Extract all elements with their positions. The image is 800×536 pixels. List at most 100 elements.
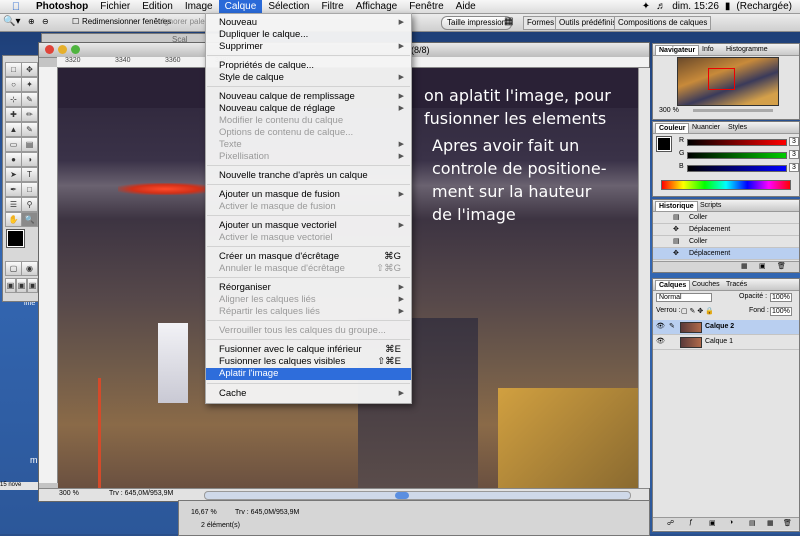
crop-tool-icon[interactable]: ⊹	[5, 92, 22, 107]
hand-tool-icon[interactable]: ✋	[5, 212, 22, 227]
r-slider[interactable]	[687, 139, 787, 146]
menu-calque[interactable]: Calque	[218, 0, 263, 13]
layer-row[interactable]: 👁 Calque 1	[653, 335, 799, 350]
desktop-item[interactable]: 15 nove	[0, 482, 38, 490]
print-size-button[interactable]: Taille impression	[441, 16, 513, 30]
opacity-value[interactable]: 100%	[770, 293, 792, 302]
navigator-zoom-slider[interactable]	[693, 109, 773, 112]
navigator-thumbnail[interactable]	[677, 57, 779, 106]
menu-item[interactable]: Nouvelle tranche d'après un calque	[206, 170, 411, 182]
brush-tool-icon[interactable]: ✏	[21, 107, 38, 122]
menu-item[interactable]: Dupliquer le calque...	[206, 29, 411, 41]
screen-mode-2-icon[interactable]: ▣	[16, 278, 27, 293]
menu-image[interactable]: Image	[179, 0, 219, 13]
g-value[interactable]: 3	[789, 150, 799, 159]
adjustment-icon[interactable]: ◑	[729, 519, 733, 526]
folder-icon[interactable]: ▤	[749, 519, 756, 527]
menu-affichage[interactable]: Affichage	[350, 0, 404, 13]
quickmask-mode-icon[interactable]: ◉	[21, 261, 38, 276]
history-item[interactable]: ▤ Coller	[653, 212, 799, 224]
standard-mode-icon[interactable]: ▢	[5, 261, 22, 276]
slice-tool-icon[interactable]: ✎	[21, 92, 38, 107]
g-slider[interactable]	[687, 152, 787, 159]
zoom-out-icon[interactable]: ⊖	[42, 16, 49, 28]
apple-icon[interactable]: 	[10, 1, 22, 13]
menu-selection[interactable]: Sélection	[262, 0, 315, 13]
status-doc[interactable]: Trv : 645,0M/953,9M	[235, 509, 299, 516]
delete-layer-icon[interactable]: 🗑	[783, 519, 792, 527]
b-value[interactable]: 3	[789, 163, 799, 172]
snapshot-icon[interactable]: ▣	[759, 262, 766, 270]
tab-navigateur[interactable]: Navigateur	[655, 45, 700, 55]
tab-styles[interactable]: Styles	[725, 123, 750, 132]
menu-item[interactable]: Nouveau calque de remplissage ▶	[206, 91, 411, 103]
zoom-tool-icon[interactable]: 🔍▾	[3, 16, 20, 28]
color-ramp[interactable]	[661, 180, 791, 190]
menu-filtre[interactable]: Filtre	[315, 0, 349, 13]
magic-wand-icon[interactable]: ✦	[21, 77, 38, 92]
color-fg-swatch[interactable]	[656, 136, 672, 152]
palette-well-icon[interactable]: ▦	[504, 16, 513, 28]
fx-icon[interactable]: ƒ	[689, 519, 693, 526]
zoom-in-icon[interactable]: ⊕	[28, 16, 35, 28]
dodge-tool-icon[interactable]: ◑	[21, 152, 38, 167]
menu-item[interactable]: Supprimer ▶	[206, 41, 411, 53]
brush-link-icon[interactable]: ✎	[669, 320, 675, 334]
eyedropper-icon[interactable]: ⚲	[21, 197, 38, 212]
trash-icon[interactable]: 🗑	[777, 262, 786, 270]
tab-couleur[interactable]: Couleur	[655, 123, 690, 133]
horizontal-scrollbar[interactable]	[204, 491, 631, 500]
bluetooth-icon[interactable]: ✦	[642, 1, 650, 12]
menu-item[interactable]: Cache ▶	[206, 388, 411, 400]
volume-icon[interactable]: ♬	[656, 1, 666, 12]
layer-row[interactable]: 👁 ✎ Calque 2	[653, 320, 799, 335]
tab-outils-predefinis[interactable]: Outils prédéfinis	[555, 16, 621, 30]
menu-item[interactable]: Nouveau ▶	[206, 17, 411, 29]
tab-couches[interactable]: Couches	[689, 280, 723, 289]
menu-item[interactable]: Propriétés de calque...	[206, 60, 411, 72]
menu-item[interactable]: Ajouter un masque vectoriel ▶	[206, 220, 411, 232]
menu-aide[interactable]: Aide	[450, 0, 482, 13]
b-slider[interactable]	[687, 165, 787, 172]
tab-historique[interactable]: Historique	[655, 201, 698, 211]
new-layer-icon[interactable]: ▦	[767, 519, 774, 527]
screen-mode-3-icon[interactable]: ▣	[27, 278, 38, 293]
stamp-tool-icon[interactable]: ▲	[5, 122, 22, 137]
resize-checkbox[interactable]: ☐	[72, 16, 79, 28]
clock[interactable]: dim. 15:26	[672, 1, 719, 12]
menu-item[interactable]: Réorganiser ▶	[206, 282, 411, 294]
shape-tool-icon[interactable]: □	[21, 182, 38, 197]
status-zoom[interactable]: 16,67 %	[191, 509, 217, 516]
marquee-tool-icon[interactable]: □	[5, 62, 22, 77]
menu-item[interactable]: Nouveau calque de réglage ▶	[206, 103, 411, 115]
eye-icon[interactable]: 👁	[656, 335, 665, 349]
menu-fichier[interactable]: Fichier	[94, 0, 136, 13]
tab-formes[interactable]: Formes	[523, 16, 559, 30]
zoom-tool-box-icon[interactable]: 🔍	[21, 212, 38, 227]
vertical-scrollbar[interactable]	[638, 68, 650, 488]
tab-compositions[interactable]: Compositions de calques	[614, 16, 712, 30]
menu-edition[interactable]: Edition	[136, 0, 179, 13]
history-brush-icon[interactable]: ✎	[21, 122, 38, 137]
tab-info[interactable]: Info	[699, 45, 717, 54]
history-item[interactable]: ▤ Coller	[653, 236, 799, 248]
layer-name[interactable]: Calque 1	[705, 335, 733, 349]
lock-icons[interactable]: ▢ ✎ ✥ 🔒	[681, 307, 714, 315]
close-icon[interactable]	[45, 45, 54, 54]
new-doc-icon[interactable]: ▦	[741, 262, 748, 270]
layer-name[interactable]: Calque 2	[705, 320, 734, 334]
doc-size[interactable]: Trv : 645,0M/953,9M	[109, 490, 173, 497]
ruler-vertical[interactable]	[39, 67, 58, 483]
tab-nuancier[interactable]: Nuancier	[689, 123, 723, 132]
menu-app[interactable]: Photoshop	[30, 0, 94, 13]
menu-item[interactable]: Fusionner les calques visibles ⇧⌘E	[206, 356, 411, 368]
tab-calques[interactable]: Calques	[655, 280, 691, 290]
lasso-tool-icon[interactable]: ○	[5, 77, 22, 92]
tab-traces[interactable]: Tracés	[723, 280, 750, 289]
r-value[interactable]: 3	[789, 137, 799, 146]
bottom-window[interactable]: 16,67 % Trv : 645,0M/953,9M 2 élément(s)	[178, 500, 650, 536]
notes-tool-icon[interactable]: ☰	[5, 197, 22, 212]
navigator-view-box[interactable]	[708, 68, 735, 90]
blur-tool-icon[interactable]: ●	[5, 152, 22, 167]
gradient-tool-icon[interactable]: ▤	[21, 137, 38, 152]
